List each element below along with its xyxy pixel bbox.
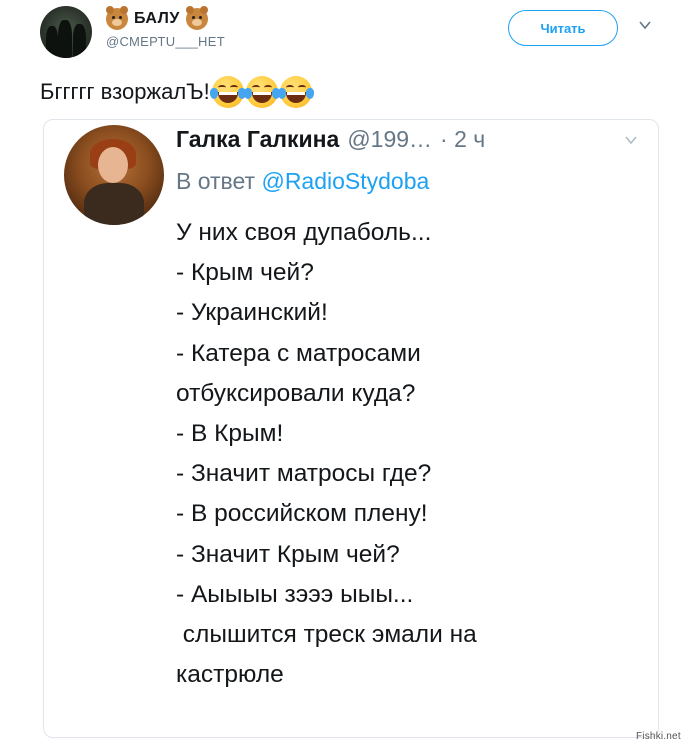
tweet-text-row: Бггггг взоржалЪ!: [40, 76, 314, 108]
bear-face-icon: [106, 6, 128, 30]
bear-face-icon: [185, 6, 208, 30]
chevron-down-icon[interactable]: [638, 18, 652, 32]
body-line: - В Крым!: [176, 420, 284, 448]
body-line: - Украинский!: [176, 299, 328, 327]
body-line: - Крым чей?: [176, 259, 314, 287]
body-line: - Значит матросы где?: [176, 460, 432, 488]
body-line: У них своя дупаболь...: [176, 219, 432, 246]
follow-button[interactable]: Читать: [508, 10, 618, 46]
author-handle[interactable]: @СМЕРТU___НЕТ: [106, 34, 225, 49]
author-name-row[interactable]: БАЛУ: [106, 6, 208, 32]
author-display-name: БАЛУ: [134, 10, 180, 27]
site-watermark: Fishki.net: [636, 731, 681, 742]
reply-prefix: В ответ: [176, 168, 256, 194]
face-with-tears-of-joy-icon: [209, 76, 246, 108]
face-with-tears-of-joy-icon: [277, 76, 314, 108]
quoted-timestamp[interactable]: · 2 ч: [440, 126, 485, 153]
quoted-tweet-body: У них своя дупаболь... - Крым чей? - Укр…: [176, 213, 477, 695]
reply-mention-link[interactable]: @RadioStydoba: [261, 168, 429, 194]
reply-context: В ответ @RadioStydoba: [176, 168, 429, 195]
chevron-down-icon[interactable]: [624, 133, 638, 147]
quoted-header: Галка Галкина @199… · 2 ч: [176, 126, 485, 153]
body-line: кастрюле: [176, 661, 284, 689]
body-line: - Аыыыы зэээ ыыы...: [176, 580, 414, 608]
author-avatar[interactable]: [40, 6, 92, 58]
body-line: - Значит Крым чей?: [176, 540, 400, 568]
body-line: - Катера с матросами: [176, 339, 421, 367]
tweet-text: Бггггг взоржалЪ!: [40, 79, 210, 104]
face-with-tears-of-joy-icon: [243, 76, 280, 108]
body-line: - В российском плену!: [176, 500, 428, 528]
quoted-author-handle[interactable]: @199…: [347, 126, 432, 153]
body-line: отбуксировали куда?: [176, 379, 416, 407]
quoted-author-avatar[interactable]: [64, 125, 164, 225]
quoted-author-name[interactable]: Галка Галкина: [176, 126, 339, 153]
body-line: слышится треск эмали на: [176, 621, 477, 649]
